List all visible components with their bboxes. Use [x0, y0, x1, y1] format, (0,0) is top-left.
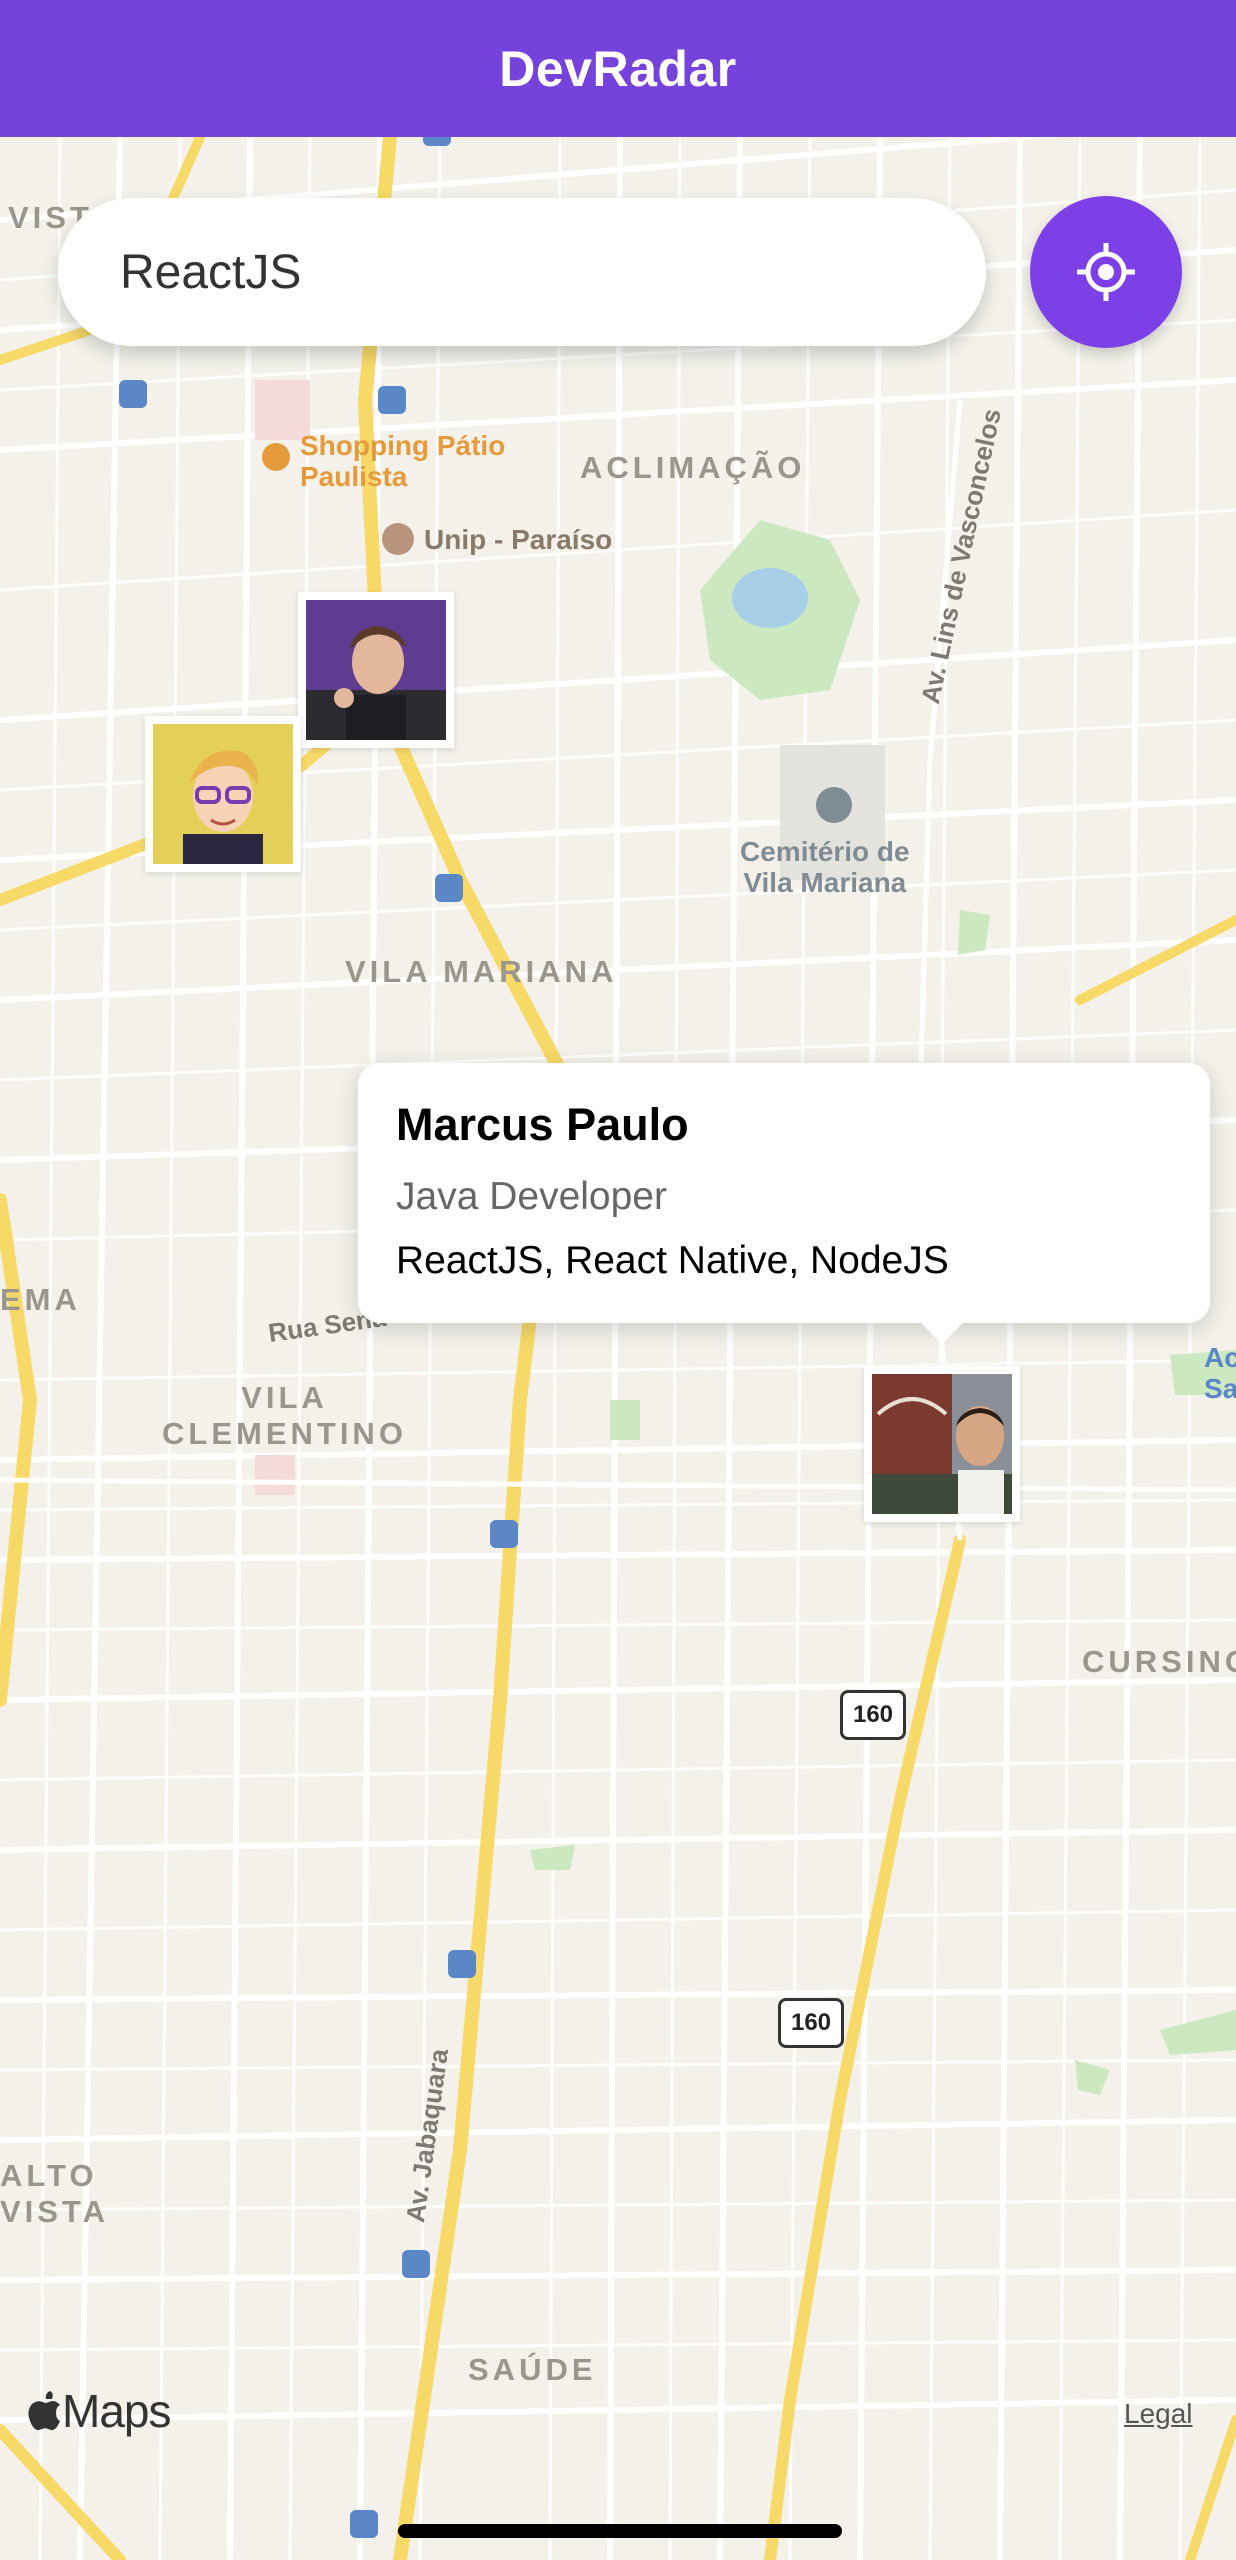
locate-button[interactable]: [1030, 196, 1182, 348]
dev-name: Marcus Paulo: [396, 1099, 689, 1150]
dev-bio: Java Developer: [396, 1175, 667, 1218]
avatar-photo: [306, 600, 446, 740]
search-input[interactable]: [118, 243, 942, 301]
dev-marker-avatar[interactable]: [298, 592, 454, 748]
map-label-cursino: CURSINO: [1082, 1644, 1236, 1679]
app-title: DevRadar: [499, 40, 737, 97]
maps-attribution: Maps: [28, 2384, 171, 2438]
search-bar[interactable]: [58, 198, 986, 346]
home-indicator[interactable]: [398, 2524, 842, 2538]
map-label-saude: SAÚDE: [468, 2352, 597, 2387]
dev-marker-avatar[interactable]: [864, 1366, 1020, 1522]
map-label-alto-vista: ALTO VISTA: [0, 2158, 109, 2229]
map-label-ac: Ac Sa: [1204, 1342, 1236, 1404]
maps-attribution-text: Maps: [62, 2385, 171, 2437]
route-badge-160: 160: [778, 1998, 844, 2048]
map-label-vila-mariana: VILA MARIANA: [345, 954, 618, 989]
dev-techs: ReactJS, React Native, NodeJS: [396, 1239, 949, 1282]
map-label-cemiterio: Cemitério de Vila Mariana: [740, 836, 910, 898]
dev-marker-avatar[interactable]: [145, 716, 301, 872]
map-label-unip: Unip - Paraíso: [424, 524, 613, 555]
callout-pointer: [918, 1320, 966, 1344]
dev-callout[interactable]: Marcus Paulo Java Developer ReactJS, Rea…: [358, 1063, 1210, 1323]
map-label-vila-clementino: VILA CLEMENTINO: [162, 1380, 407, 1451]
map-label-aclimacao: ACLIMAÇÃO: [580, 450, 806, 485]
avatar-photo: [872, 1374, 1012, 1514]
legal-link[interactable]: Legal: [1124, 2398, 1193, 2430]
avatar-photo: [153, 724, 293, 864]
map-label-shopping: Shopping Pátio Paulista: [300, 430, 506, 492]
map-label-ema: EMA: [0, 1282, 81, 1317]
apple-icon: [28, 2391, 60, 2431]
route-badge-160: 160: [840, 1690, 906, 1740]
app-header: DevRadar: [0, 0, 1236, 137]
crosshair-icon: [1077, 243, 1135, 301]
